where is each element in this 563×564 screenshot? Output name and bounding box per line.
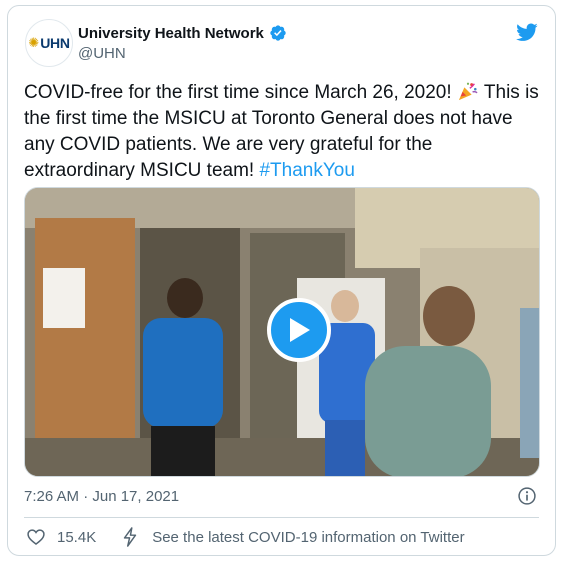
hashtag-link[interactable]: #ThankYou — [259, 160, 354, 181]
twitter-bird-icon[interactable] — [515, 21, 539, 43]
avatar-logo-text: UHN — [40, 35, 70, 51]
info-icon[interactable] — [517, 486, 537, 506]
tweet-card[interactable]: ✺ UHN University Health Network @UHN COV… — [7, 5, 556, 556]
verified-badge-icon — [270, 25, 286, 41]
like-count[interactable]: 15.4K — [57, 529, 96, 546]
play-icon — [290, 318, 310, 342]
author-name-row[interactable]: University Health Network — [78, 24, 287, 42]
uhn-logo-icon: ✺ — [28, 35, 40, 50]
tweet-timestamp[interactable]: 7:26 AM · Jun 17, 2021 — [24, 488, 179, 505]
covid-info-link[interactable]: See the latest COVID-19 information on T… — [152, 529, 464, 546]
tweet-text: COVID-free for the first time since Marc… — [24, 80, 544, 184]
avatar[interactable]: ✺ UHN — [25, 19, 73, 67]
lightning-bolt-icon — [124, 527, 137, 547]
divider — [24, 517, 539, 518]
heart-icon[interactable] — [26, 527, 46, 547]
tweet-text-line-1: COVID-free for the first time since Marc… — [24, 82, 452, 103]
video-player[interactable] — [24, 187, 540, 477]
handle[interactable]: @UHN — [78, 45, 126, 62]
party-popper-icon — [458, 82, 478, 101]
display-name[interactable]: University Health Network — [78, 25, 264, 42]
play-button[interactable] — [267, 298, 331, 362]
action-bar: 15.4K See the latest COVID-19 informatio… — [26, 527, 465, 547]
